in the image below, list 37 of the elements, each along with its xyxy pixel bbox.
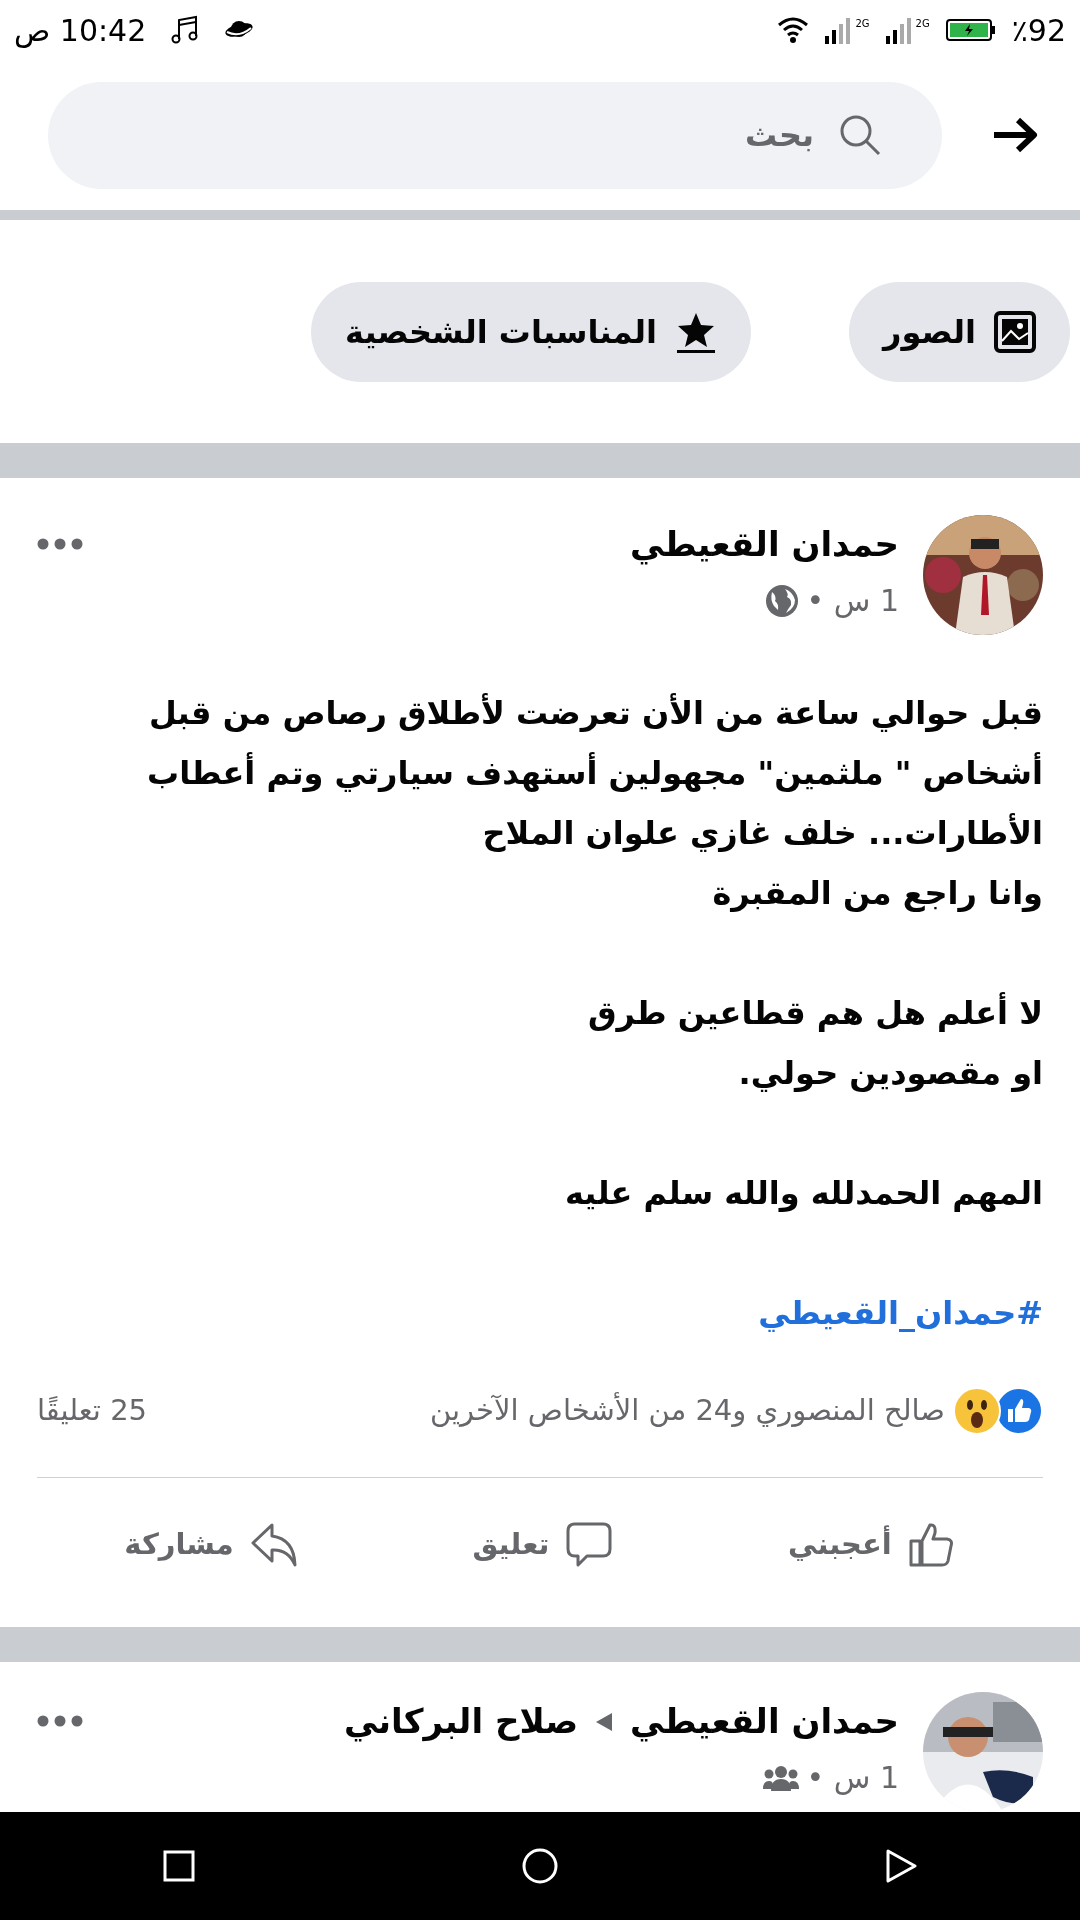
reactions-summary[interactable]: صالح المنصوري و24 من الأشخاص الآخرين <box>429 1389 945 1433</box>
globe-icon <box>764 583 799 618</box>
signal-icon <box>825 16 852 44</box>
wifi-icon <box>777 16 810 44</box>
wow-reaction-icon <box>953 1387 1001 1435</box>
network-label: 2G <box>915 17 930 31</box>
recent-apps-icon[interactable] <box>163 1850 196 1882</box>
author-name[interactable]: حمدان القعيطي <box>630 1696 899 1747</box>
post-paragraph: المهم الحمدلله والله سلم عليه <box>563 1173 1043 1214</box>
clock-time: 10:42 ص <box>14 11 147 50</box>
thumbs-up-icon <box>907 1520 956 1569</box>
like-button[interactable]: أعجبني <box>788 1520 956 1569</box>
recipient-name[interactable]: صلاح البركاني <box>343 1696 579 1747</box>
post-paragraph: قبل حوالي ساعة من الأن تعرضت لأطلاق رصاص من قبل أشخاص " ملثمين" مجهولين أستهدف سيارتي وتم أعطاب الأطارات... خلف غازي علوان الملاح وانا راجع من المقبرة <box>146 692 1043 914</box>
share-button[interactable]: مشاركة <box>124 1520 298 1569</box>
network-label: 2G <box>855 17 870 31</box>
post-time: 1 س • <box>806 582 899 620</box>
comment-button[interactable]: تعليق <box>472 1520 614 1569</box>
search-field[interactable]: بحث <box>516 110 816 160</box>
signal-icon <box>885 16 912 44</box>
home-icon[interactable] <box>522 1848 558 1884</box>
post-time: 1 س • <box>806 1759 899 1797</box>
comment-count[interactable]: 25 تعليقًا <box>37 1389 148 1433</box>
speech-bubble-icon <box>565 1520 614 1569</box>
more-options-icon[interactable] <box>37 537 83 550</box>
more-options-icon[interactable] <box>37 1714 83 1727</box>
battery-icon <box>945 18 996 42</box>
photos-chip[interactable]: الصور <box>849 281 1070 382</box>
battery-percent: ٪92 <box>1011 11 1066 50</box>
search-icon <box>838 113 882 157</box>
caret-icon <box>594 1710 615 1733</box>
author-name[interactable]: حمدان القعيطي <box>630 519 899 570</box>
post-paragraph: لا أعلم هل هم قطاعين طرق او مقصودين حولي. <box>586 991 1043 1094</box>
hashtag-link[interactable]: #حمدان_القعيطي <box>758 1294 1043 1332</box>
photo-icon <box>994 310 1036 353</box>
events-chip[interactable]: المناسبات الشخصية <box>311 281 751 382</box>
back-icon[interactable] <box>884 1849 917 1883</box>
